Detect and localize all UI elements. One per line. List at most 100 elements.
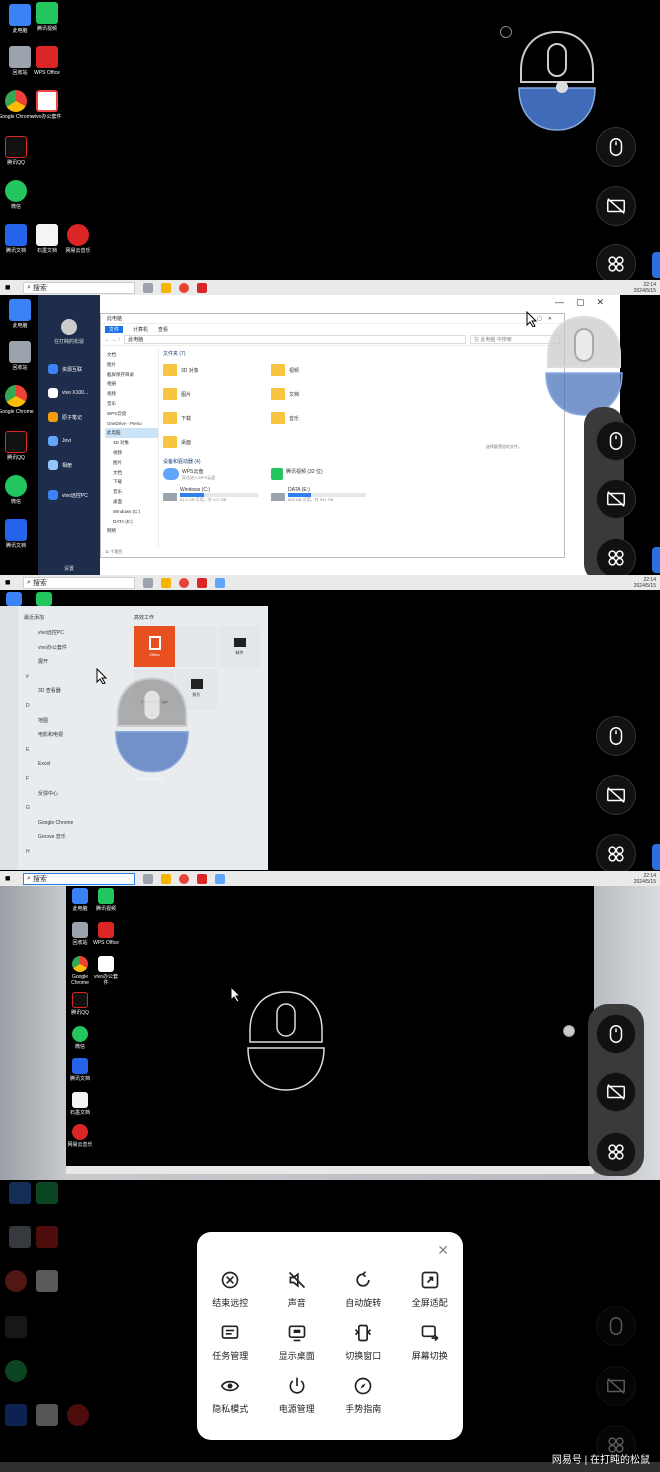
taskbar-search[interactable]: ⌕ 搜索 — [23, 281, 135, 294]
desktop-icon-chrome[interactable]: Google Chrome — [0, 385, 36, 415]
auto-rotate-button[interactable]: 自动旋转 — [330, 1270, 397, 1309]
show-desktop-button[interactable]: 显示桌面 — [264, 1323, 331, 1362]
task-view-icon[interactable] — [143, 577, 153, 588]
desktop-icon-netease-music[interactable]: 网易云音乐 — [58, 224, 98, 254]
chrome-taskbar-icon[interactable] — [179, 873, 189, 884]
desktop-icon-this-pc[interactable]: 此电脑 — [66, 888, 94, 912]
nav-item[interactable]: 截屏保存目录 — [105, 370, 158, 380]
power-management-button[interactable]: 电源管理 — [264, 1376, 331, 1415]
desktop-icon-netease-music[interactable]: 网易云音乐 — [66, 1124, 94, 1148]
drag-handle-dot[interactable] — [563, 1025, 575, 1037]
edge-handle[interactable] — [652, 252, 660, 278]
screen-switch-button[interactable]: 屏幕切换 — [397, 1323, 464, 1362]
nav-item[interactable]: 下载 — [105, 477, 158, 487]
nav-item[interactable]: 视频 — [105, 389, 158, 399]
virtual-mouse-overlay[interactable] — [112, 676, 192, 776]
task-view-icon[interactable] — [143, 282, 153, 293]
app-list-item[interactable]: vivo远控PC — [24, 626, 134, 641]
mouse-mode-button[interactable] — [596, 1014, 636, 1054]
desktop-icon-wps[interactable]: WPS Office — [92, 922, 120, 946]
tile-label-store[interactable]: Microsoft Store — [136, 776, 163, 781]
vivo-taskbar-icon[interactable] — [197, 873, 207, 884]
nav-item[interactable]: 相册 — [105, 379, 158, 389]
tile-onedrive[interactable] — [176, 626, 217, 667]
windows-start-icon[interactable]: ■ — [5, 577, 17, 588]
switch-window-button[interactable]: 切换窗口 — [330, 1323, 397, 1362]
mouse-mode-button[interactable] — [596, 716, 636, 756]
nav-item[interactable]: 图片 — [105, 458, 158, 468]
ribbon-tab-file[interactable]: 文件 — [105, 325, 124, 333]
tile-mail[interactable]: 邮件 — [219, 626, 260, 667]
desktop-icon-qq[interactable]: 腾讯QQ — [0, 136, 36, 166]
vivo-taskbar-icon[interactable] — [197, 282, 207, 293]
hide-keyboard-button[interactable] — [596, 1072, 636, 1112]
desktop-icon-vivo-office[interactable]: vivo办公套件 — [27, 90, 67, 120]
nav-item[interactable]: 图片 — [105, 360, 158, 370]
menu-grid-button[interactable] — [596, 244, 636, 284]
mouse-mode-button[interactable] — [596, 127, 636, 167]
fullscreen-fit-button[interactable]: 全屏适配 — [397, 1270, 464, 1309]
desktop-icon-tencent-video[interactable] — [34, 592, 54, 608]
folder-item[interactable]: 音乐 — [271, 408, 379, 428]
app-list-item[interactable]: Google Chrome — [24, 816, 134, 831]
nav-item[interactable]: 音乐 — [105, 487, 158, 497]
gesture-guide-button[interactable]: 手势指南 — [330, 1376, 397, 1415]
folder-item[interactable]: 视频 — [271, 360, 379, 380]
privacy-mode-button[interactable]: 隐私模式 — [197, 1376, 264, 1415]
nav-item[interactable]: 此电脑 — [105, 428, 158, 439]
desktop-icon-tencent-docs[interactable]: 腾讯文档 — [0, 519, 36, 549]
folder-item[interactable]: 下载 — [163, 408, 271, 428]
edge-handle[interactable] — [652, 844, 660, 870]
desktop-icon-qq[interactable]: 腾讯QQ — [0, 431, 36, 461]
desktop-icon-recycle-bin[interactable]: 回收站 — [0, 341, 40, 371]
menu-grid-button[interactable] — [596, 834, 636, 874]
virtual-mouse-overlay[interactable] — [542, 315, 626, 419]
folder-item[interactable]: 图片 — [163, 384, 271, 404]
chrome-taskbar-icon[interactable] — [179, 577, 189, 588]
sidebar-item-remote-pc[interactable]: vivo远控PC — [38, 483, 100, 507]
nav-item[interactable]: 音乐 — [105, 399, 158, 409]
taskbar-search[interactable]: ⌕ 搜索 — [23, 576, 135, 589]
tile-office[interactable]: Office — [134, 626, 175, 667]
ribbon-tab-computer[interactable]: 计算机 — [133, 326, 148, 333]
close-icon[interactable]: ✕ — [437, 1242, 449, 1259]
mouse-mode-button[interactable] — [596, 421, 636, 461]
nav-item[interactable]: Windows (C:) — [105, 507, 158, 517]
desktop-icon-wechat[interactable]: 微信 — [0, 475, 36, 505]
nav-item[interactable]: DATA (E:) — [105, 517, 158, 527]
sidebar-item-phone[interactable]: vivo X100... — [38, 381, 100, 405]
desktop-icon-recycle-bin[interactable]: 回收站 — [66, 922, 94, 946]
desktop-icon-tencent-docs[interactable]: 腾讯文档 — [66, 1058, 94, 1082]
info-icon[interactable] — [500, 26, 512, 38]
app-list-item[interactable]: 反馈中心 — [24, 787, 134, 802]
window-controls[interactable]: —▢✕ — [555, 297, 616, 308]
drive-wps-cloud[interactable]: WPS云盘 双击进入WPS云盘 — [163, 468, 271, 481]
sidebar-item-resource[interactable]: 资源互联 — [38, 357, 100, 381]
nav-item[interactable]: 网络 — [105, 526, 158, 536]
chrome-taskbar-icon[interactable] — [179, 282, 189, 293]
sound-button[interactable]: 声音 — [264, 1270, 331, 1309]
menu-grid-button[interactable] — [596, 538, 636, 578]
task-view-icon[interactable] — [143, 873, 153, 884]
folder-item[interactable]: 3D 对象 — [163, 360, 271, 380]
virtual-mouse-overlay[interactable] — [244, 990, 328, 1094]
folder-item[interactable]: 文档 — [271, 384, 379, 404]
desktop-icon-wechat[interactable]: 微信 — [0, 180, 36, 210]
remote-taskbar-icon[interactable] — [215, 873, 225, 884]
vivo-taskbar-icon[interactable] — [197, 577, 207, 588]
menu-grid-button[interactable] — [596, 1132, 636, 1172]
drive-tencent-video[interactable]: 腾讯视频 (32 位) — [271, 468, 379, 481]
windows-start-icon[interactable]: ■ — [5, 282, 17, 293]
nav-item[interactable]: OneDrive - Perso — [105, 419, 158, 429]
desktop-icon-tencent-video[interactable]: 腾讯视频 — [92, 888, 120, 912]
drive-c[interactable]: Windows (C:) 81.0 GB 可用，共 117 GB — [163, 487, 271, 503]
file-explorer-icon[interactable] — [161, 282, 171, 293]
desktop-icon-qq[interactable]: 腾讯QQ — [66, 992, 94, 1016]
app-list-item[interactable]: vivo办公套件 — [24, 641, 134, 656]
desktop-icon-wps[interactable]: WPS Office — [27, 46, 67, 76]
address-bar[interactable]: 此电脑 — [124, 335, 466, 344]
desktop-icon-vivo-office[interactable]: vivo办公套件 — [92, 956, 120, 986]
hide-keyboard-button[interactable] — [596, 775, 636, 815]
taskbar-search[interactable]: ⌕ 搜索 — [23, 872, 135, 885]
nav-item[interactable]: WPS云盘 — [105, 409, 158, 419]
